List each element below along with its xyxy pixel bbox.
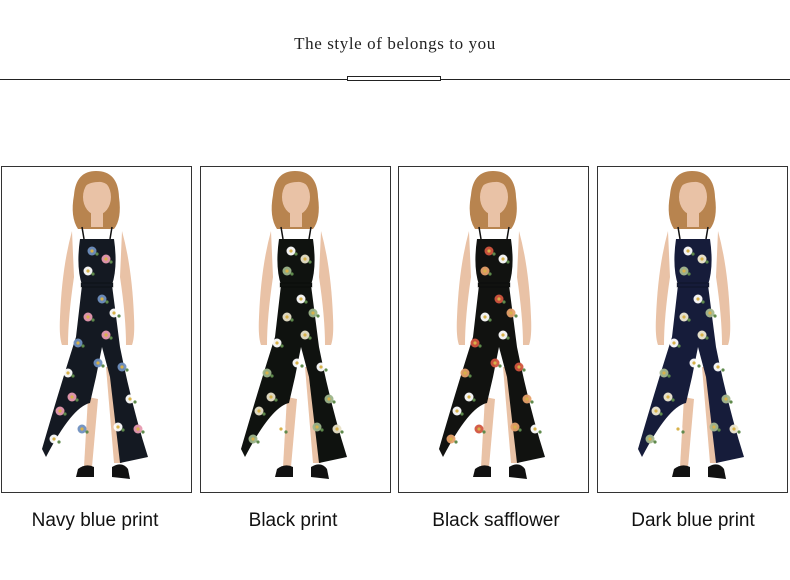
model-photo bbox=[42, 171, 148, 479]
model-photo bbox=[439, 171, 545, 479]
product-label-navy-blue-print[interactable]: Navy blue print bbox=[0, 510, 195, 532]
product-image-dark-blue-print[interactable] bbox=[597, 166, 788, 493]
product-image-black-print[interactable] bbox=[200, 166, 391, 493]
product-label-black-print[interactable]: Black print bbox=[193, 510, 393, 532]
divider-accent bbox=[347, 76, 441, 81]
product-image-navy-blue-print[interactable] bbox=[1, 166, 192, 493]
model-photo bbox=[241, 171, 347, 479]
model-photo bbox=[638, 171, 744, 479]
product-label-dark-blue-print[interactable]: Dark blue print bbox=[593, 510, 790, 532]
page-title: The style of belongs to you bbox=[294, 34, 496, 53]
product-image-black-safflower[interactable] bbox=[398, 166, 589, 493]
product-label-black-safflower[interactable]: Black safflower bbox=[396, 510, 596, 532]
